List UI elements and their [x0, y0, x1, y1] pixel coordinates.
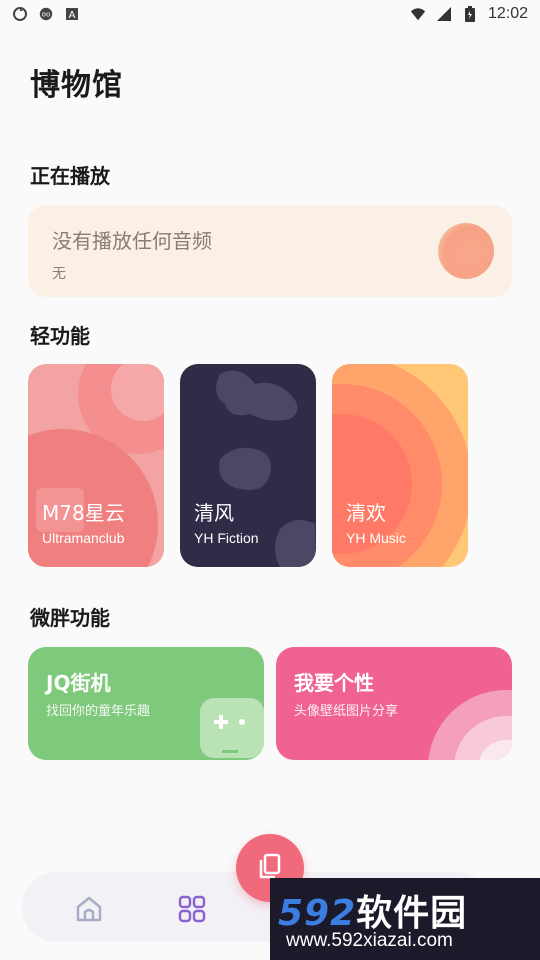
watermark-logo-number: 592	[278, 893, 357, 934]
grid-icon[interactable]	[177, 894, 207, 928]
page-title: 博物馆	[30, 68, 123, 103]
cast-icon: oo	[38, 6, 54, 22]
feature-card-title: M78星云	[42, 501, 125, 525]
feature-card-title: 清欢	[346, 501, 386, 525]
feature-card-m78[interactable]: M78星云 Ultramanclub	[28, 364, 164, 567]
feature-card-qinghuan[interactable]: 清欢 YH Music	[332, 364, 468, 567]
status-time: 12:02	[487, 5, 528, 22]
feature-card-subtitle: 头像壁纸图片分享	[294, 704, 399, 719]
svg-text:oo: oo	[42, 10, 51, 19]
feature-card-subtitle: 找回你的童年乐趣	[46, 704, 151, 719]
a-icon: A	[64, 6, 80, 22]
feature-card-qingfeng[interactable]: 清风 YH Fiction	[180, 364, 316, 567]
section-title-micro-features: 微胖功能	[30, 606, 110, 630]
section-title-now-playing: 正在播放	[30, 164, 110, 188]
home-icon[interactable]	[74, 894, 104, 928]
disc-icon[interactable]	[438, 223, 494, 279]
battery-icon	[462, 6, 478, 22]
feature-card-subtitle: YH Music	[346, 530, 406, 546]
sync-icon	[12, 6, 28, 22]
now-playing-subtitle: 无	[52, 266, 66, 282]
gamepad-icon	[200, 698, 264, 758]
watermark: 592软件园 www.592xiazai.com	[270, 878, 540, 960]
feature-card-title: JQ街机	[46, 671, 111, 695]
watermark-url: www.592xiazai.com	[286, 930, 453, 951]
watermark-logo: 592软件园	[278, 884, 467, 936]
feature-card-title: 清风	[194, 501, 234, 525]
feature-card-subtitle: YH Fiction	[194, 530, 259, 546]
feature-card-jq-arcade[interactable]: JQ街机 找回你的童年乐趣	[28, 647, 264, 760]
feature-card-subtitle: Ultramanclub	[42, 530, 125, 546]
now-playing-card[interactable]: 没有播放任何音频 无	[28, 205, 512, 297]
wifi-icon	[410, 6, 426, 22]
svg-text:A: A	[69, 10, 76, 21]
status-bar: oo A 12:02	[0, 0, 540, 28]
signal-icon	[436, 6, 452, 22]
feature-card-title: 我要个性	[294, 671, 374, 695]
now-playing-title: 没有播放任何音频	[52, 229, 212, 253]
feature-card-personalize[interactable]: 我要个性 头像壁纸图片分享	[276, 647, 512, 760]
status-left-icons: oo A	[12, 6, 80, 22]
card-decoration	[428, 690, 512, 760]
watermark-logo-text: 软件园	[356, 893, 468, 934]
section-title-light-features: 轻功能	[30, 324, 90, 348]
status-right-icons: 12:02	[410, 5, 528, 23]
